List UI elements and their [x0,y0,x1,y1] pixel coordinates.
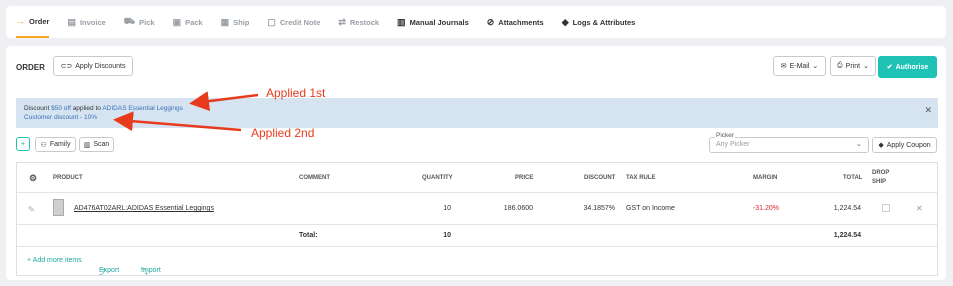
tab-label: Pack [185,17,203,27]
arrow-right-icon: → [16,16,25,26]
product-thumbnail [53,199,64,216]
apply-coupon-label: Apply Coupon [886,141,931,149]
authorise-button[interactable]: ✔ Authorise [878,56,937,78]
arrow-applied-first [189,91,259,112]
tab-ship[interactable]: ▦ Ship [221,6,250,38]
mail-icon: ✉ [780,63,787,70]
table-header: ⚙ PRODUCT COMMENT QUANTITY PRICE DISCOUN… [17,163,937,193]
tab-order[interactable]: → Order [16,6,50,38]
header-product: PRODUCT [53,175,83,181]
totals-quantity: 10 [443,232,451,239]
product-link[interactable]: AD476AT02ARL:ADIDAS Essential Leggings [74,205,214,212]
header-price: PRICE [515,175,534,181]
annotation-applied-first: Applied 1st [266,86,326,100]
printer-icon: ⎙ [837,62,843,69]
header-margin: MARGIN [753,175,778,181]
barcode-icon: ▥ [83,141,91,149]
print-button[interactable]: ⎙ Print ⌄ [830,56,876,76]
order-lines-table: ⚙ PRODUCT COMMENT QUANTITY PRICE DISCOUN… [16,162,938,276]
import-label: Import [141,267,161,274]
tab-invoice[interactable]: ▤ Invoice [67,6,105,38]
annotation-applied-second: Applied 2nd [251,126,315,140]
export-label: Export [99,267,120,274]
apply-discounts-label: Apply Discounts [75,62,126,70]
cell-tax-rule[interactable]: GST on Income [626,205,675,212]
paperclip-icon: ⊘ [486,16,495,27]
cart-icon: ⛟ [123,16,136,26]
header-drop: DROP [872,170,890,176]
invoice-icon: ▤ [67,16,76,27]
add-item-button[interactable]: + [16,137,30,151]
arrow-applied-second [113,111,242,132]
scan-button[interactable]: ▥ Scan [79,137,114,152]
table-footer: + Add more items ⤴ Export ⤵ Import [17,247,937,277]
apply-coupon-button[interactable]: ◆ Apply Coupon [872,137,937,153]
tab-logs-attributes[interactable]: ◆ Logs & Attributes [562,6,636,38]
truck-icon: ▦ [220,16,230,27]
tab-label: Logs & Attributes [572,17,636,27]
totals-row: Total: 10 1,224.54 [17,225,937,247]
tab-label: Invoice [79,17,106,27]
picker-label: Picker [715,132,736,139]
restock-icon: ⇄ [338,16,346,27]
header-comment: COMMENT [299,175,330,181]
drop-ship-checkbox[interactable] [882,204,890,212]
family-button[interactable]: ⚇ Family [35,137,76,152]
header-total: TOTAL [843,175,863,181]
tab-label: Pick [139,17,155,27]
tab-label: Order [29,16,50,26]
totals-label: Total: [299,232,318,239]
tab-manual-journals[interactable]: ▥ Manual Journals [397,6,469,38]
journal-icon: ▥ [397,16,406,27]
box-icon: ▣ [172,16,182,27]
tab-label: Restock [349,17,380,27]
header-tax-rule: TAX RULE [626,175,656,181]
gear-icon[interactable]: ⚙ [29,173,37,184]
cell-price[interactable]: 186.0600 [487,205,533,212]
email-label: E-Mail [789,62,810,70]
chevron-down-icon: ⌄ [863,63,869,70]
close-icon[interactable]: ✕ [916,204,923,213]
order-panel: ORDER ⊂⊃ Apply Discounts ✉ E-Mail ⌄ ⎙ Print ⌄… [6,46,946,280]
check-circle-icon: ✔ [886,64,893,71]
table-row: ✎ AD476AT02ARL:ADIDAS Essential Leggings… [17,193,937,225]
tag-icon: ◆ [878,142,884,149]
tab-pick[interactable]: ⛟ Pick [124,6,155,38]
header-quantity: QUANTITY [422,175,453,181]
chevron-down-icon: ⌄ [856,141,862,148]
tab-bar: → Order ▤ Invoice ⛟ Pick ▣ Pack ▦ Ship ▢ Credi… [6,6,946,38]
authorise-label: Authorise [895,63,929,71]
chevron-down-icon: ⌄ [812,63,819,70]
print-label: Print [845,62,861,70]
cell-discount[interactable]: 34.1857% [567,205,615,212]
tab-attachments[interactable]: ⊘ Attachments [487,6,544,38]
tab-label: Credit Note [279,17,321,27]
cell-total: 1,224.54 [833,205,861,212]
tab-label: Ship [233,17,250,27]
email-button[interactable]: ✉ E-Mail ⌄ [773,56,826,76]
edit-icon[interactable]: ✎ [28,205,35,214]
totals-total: 1,224.54 [833,232,861,239]
tab-credit-note[interactable]: ▢ Credit Note [267,6,320,38]
tab-label: Attachments [498,17,544,27]
tab-restock[interactable]: ⇄ Restock [338,6,379,38]
tag-icon: ◆ [561,16,569,27]
header-ship: SHIP [872,179,887,185]
add-more-items-link[interactable]: + Add more items [27,257,82,264]
tab-pack[interactable]: ▣ Pack [173,6,203,38]
page-title: ORDER [16,63,45,72]
family-label: Family [49,141,71,148]
cell-margin: -31.20% [752,205,779,212]
header-discount: DISCOUNT [584,175,616,181]
family-icon: ⚇ [40,141,47,149]
tab-label: Manual Journals [409,17,469,27]
cell-quantity[interactable]: 10 [417,205,451,212]
credit-note-icon: ▢ [267,16,276,27]
header-drop-ship: DROP SHIP [872,169,889,187]
apply-discounts-button[interactable]: ⊂⊃ Apply Discounts [53,56,133,76]
picker-select[interactable]: Any Picker [709,137,869,153]
tag-icon: ⊂⊃ [60,63,73,70]
scan-label: Scan [93,141,110,148]
